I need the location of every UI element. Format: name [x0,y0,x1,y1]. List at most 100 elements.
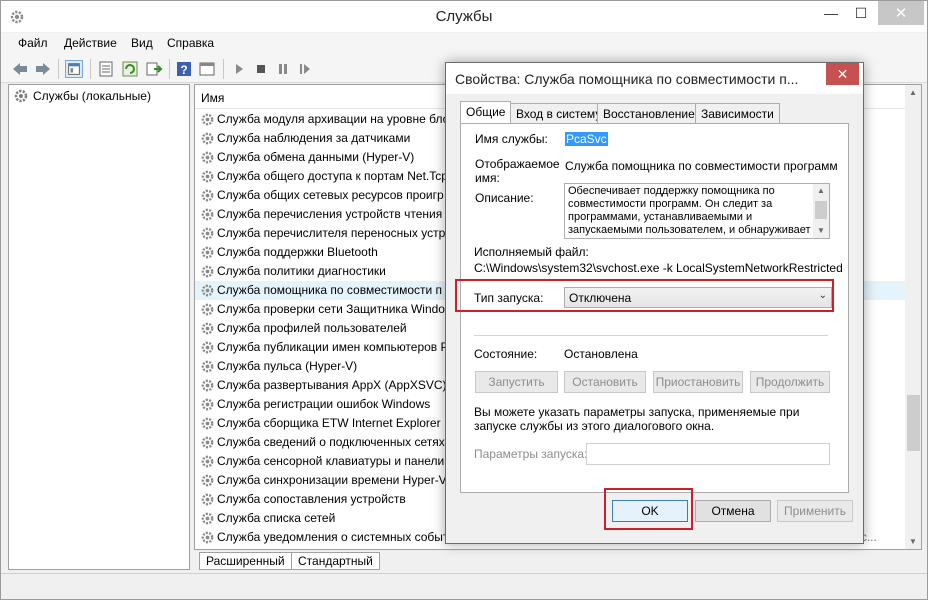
service-name: Служба политики диагностики [217,264,386,278]
service-gear-icon [200,207,215,222]
close-button[interactable]: ✕ [878,1,924,25]
description-text: Обеспечивает поддержку помощника по совм… [568,185,811,236]
properties-icon[interactable] [97,60,115,78]
service-name: Служба сборщика ETW Internet Explorer [217,416,441,430]
minimize-button[interactable]: — [817,1,845,25]
status-label: Состояние: [474,347,538,361]
ok-button[interactable]: OK [612,500,688,522]
properties-dialog: Свойства: Служба помощника по совместимо… [445,62,864,544]
start-button[interactable]: Запустить [475,371,558,393]
dialog-close-button[interactable]: ✕ [826,63,859,85]
status-value: Остановлена [564,347,638,361]
startup-params-hint: Вы можете указать параметры запуска, при… [474,405,800,433]
exe-path: C:\Windows\system32\svchost.exe -k Local… [474,261,843,275]
service-name: Служба публикации имен компьютеров P [217,340,449,354]
tab-dependencies[interactable]: Зависимости [695,103,780,123]
tab-recovery[interactable]: Восстановление [597,103,701,123]
divider [474,335,828,336]
service-name: Служба сенсорной клавиатуры и панели [217,454,445,468]
status-bar [1,573,927,599]
service-gear-icon [200,283,215,298]
service-name: Служба модуля архивации на уровне бло [217,112,450,126]
service-name: Служба наблюдения за датчиками [217,131,411,145]
startup-type-select[interactable]: Отключена ⌄ [564,287,832,308]
scrollbar-thumb[interactable] [907,395,920,451]
description-scrollbar[interactable]: ▲ ▼ [813,184,829,238]
start-service-icon[interactable] [230,60,248,78]
service-name: Служба списка сетей [217,511,336,525]
console-tree-icon[interactable] [65,60,83,78]
maximize-button[interactable]: ☐ [847,1,875,25]
cancel-button[interactable]: Отмена [695,500,771,522]
startup-type-value: Отключена [569,291,632,305]
scroll-down-icon[interactable]: ▼ [817,226,825,235]
scroll-down-icon[interactable]: ▼ [909,537,917,546]
help-icon[interactable]: ? [175,60,193,78]
apply-button[interactable]: Применить [777,500,853,522]
service-name: Служба сведений о подключенных сетях [217,435,445,449]
stop-service-icon[interactable] [252,60,270,78]
service-gear-icon [200,150,215,165]
resume-button[interactable]: Продолжить [750,371,830,393]
menu-action[interactable]: Действие [64,36,117,50]
service-gear-icon [200,264,215,279]
startup-params-input[interactable] [586,443,830,465]
menu-help[interactable]: Справка [167,36,214,50]
services-gear-icon [14,89,28,103]
service-gear-icon [200,226,215,241]
menu-view[interactable]: Вид [131,36,153,50]
startup-type-label: Тип запуска: [474,291,544,305]
description-textbox[interactable]: Обеспечивает поддержку помощника по совм… [564,183,830,239]
show-hide-icon[interactable] [198,60,216,78]
service-name-value[interactable]: PcaSvc [565,132,608,146]
tab-logon[interactable]: Вход в систему [510,103,608,123]
stop-button[interactable]: Остановить [564,371,646,393]
scroll-up-icon[interactable]: ▲ [909,88,917,97]
service-gear-icon [200,530,215,545]
service-name: Служба сопоставления устройств [217,492,406,506]
service-name: Служба регистрации ошибок Windows [217,397,431,411]
display-name-label-line1: Отображаемое [475,157,560,171]
back-arrow-icon[interactable] [11,60,29,78]
dialog-title-bar: Свойства: Служба помощника по совместимо… [446,63,863,94]
restart-service-icon[interactable] [296,60,314,78]
window-title: Службы [435,8,493,25]
service-name: Служба помощника по совместимости п [217,283,443,297]
service-name: Служба проверки сети Защитника Windo [217,302,445,316]
exe-label: Исполняемый файл: [474,245,589,259]
console-tree: Службы (локальные) [8,84,190,570]
tab-general[interactable]: Общие [460,101,512,124]
display-name-value[interactable]: Служба помощника по совместимости програ… [565,159,838,173]
column-header-name[interactable]: Имя [201,91,224,105]
menu-bar: Файл Действие Вид Справка [1,33,927,55]
service-name: Служба профилей пользователей [217,321,407,335]
scrollbar-thumb[interactable] [815,201,827,219]
scroll-up-icon[interactable]: ▲ [817,186,825,195]
service-name: Служба развертывания AppX (AppXSVC) [217,378,447,392]
refresh-icon[interactable] [121,60,139,78]
service-gear-icon [200,302,215,317]
menu-file[interactable]: Файл [18,36,48,50]
service-gear-icon [200,169,215,184]
service-name: Служба уведомления о системных событ... [217,530,458,544]
service-gear-icon [200,454,215,469]
display-name-label-line2: имя: [475,171,500,185]
service-gear-icon [200,511,215,526]
tree-item-local-services[interactable]: Службы (локальные) [13,88,151,104]
export-list-icon[interactable] [145,60,163,78]
service-gear-icon [200,340,215,355]
forward-arrow-icon[interactable] [34,60,52,78]
service-gear-icon [200,416,215,431]
service-name-label: Имя службы: [475,132,548,146]
tab-standard[interactable]: Стандартный [291,552,380,570]
pause-service-icon[interactable] [274,60,292,78]
description-label: Описание: [475,191,534,205]
service-gear-icon [200,473,215,488]
list-scrollbar[interactable]: ▲ ▼ [905,85,921,549]
service-gear-icon [200,397,215,412]
tab-extended[interactable]: Расширенный [199,552,292,570]
service-gear-icon [200,112,215,127]
service-gear-icon [200,131,215,146]
pause-button[interactable]: Приостановить [653,371,743,393]
service-gear-icon [200,359,215,374]
